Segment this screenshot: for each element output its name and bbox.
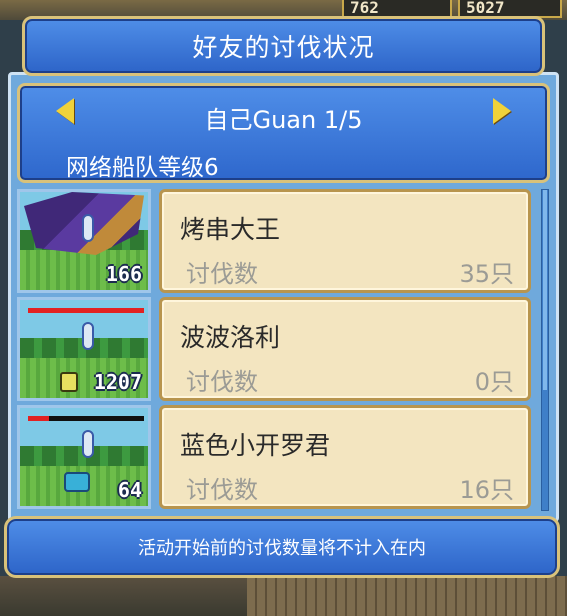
enemy-name: 烤串大王: [180, 215, 281, 244]
blue-blob-icon: [64, 472, 90, 492]
notice-bar: 活动开始前的讨伐数量将不计入在内: [4, 516, 560, 578]
title-bar: 好友的讨伐状况: [22, 16, 545, 76]
list-item[interactable]: 166 烤串大王 讨伐数 35只: [17, 189, 539, 295]
power-value: 166: [105, 262, 142, 286]
power-value: 1207: [93, 370, 142, 394]
main-panel: 自己Guan 1/5 网络船队等级6 166 烤串大王 讨伐数 35只 1207…: [8, 72, 559, 522]
count-label: 讨伐数: [186, 368, 258, 396]
scrollbar[interactable]: [541, 189, 549, 511]
count-value: 0只: [474, 368, 514, 396]
page-title: 好友的讨伐状况: [192, 33, 375, 62]
count-label: 讨伐数: [186, 260, 258, 288]
power-value: 64: [117, 478, 142, 502]
count-label: 讨伐数: [186, 476, 258, 504]
notice-text: 活动开始前的讨伐数量将不计入在内: [138, 538, 426, 559]
entry-card: 蓝色小开罗君 讨伐数 16只: [159, 405, 531, 509]
player-name: 自己Guan 1/5: [204, 106, 363, 134]
alert-icon: [82, 214, 94, 242]
scroll-thumb[interactable]: [543, 190, 547, 390]
entry-card: 波波洛利 讨伐数 0只: [159, 297, 531, 401]
enemy-thumbnail: 1207: [17, 297, 151, 401]
enemy-name: 蓝色小开罗君: [180, 431, 331, 460]
fleet-level: 网络船队等级6: [66, 155, 219, 181]
hp-bar: [28, 308, 144, 313]
list-item[interactable]: 1207 波波洛利 讨伐数 0只: [17, 297, 539, 403]
alert-icon: [82, 430, 94, 458]
entry-card: 烤串大王 讨伐数 35只: [159, 189, 531, 293]
enemy-thumbnail: 64: [17, 405, 151, 509]
next-arrow-icon[interactable]: [493, 98, 511, 124]
subjugation-list[interactable]: 166 烤串大王 讨伐数 35只 1207 波波洛利 讨伐数 0只 64 蓝色小…: [17, 189, 539, 511]
ship-deck: [247, 576, 567, 616]
list-item[interactable]: 64 蓝色小开罗君 讨伐数 16只: [17, 405, 539, 511]
enemy-name: 波波洛利: [180, 323, 281, 352]
player-header: 自己Guan 1/5 网络船队等级6: [17, 83, 550, 183]
count-value: 16只: [459, 476, 514, 504]
count-value: 35只: [459, 260, 514, 288]
hp-bar: [28, 416, 144, 421]
power-badge-icon: [60, 372, 78, 392]
enemy-thumbnail: 166: [17, 189, 151, 293]
alert-icon: [82, 322, 94, 350]
